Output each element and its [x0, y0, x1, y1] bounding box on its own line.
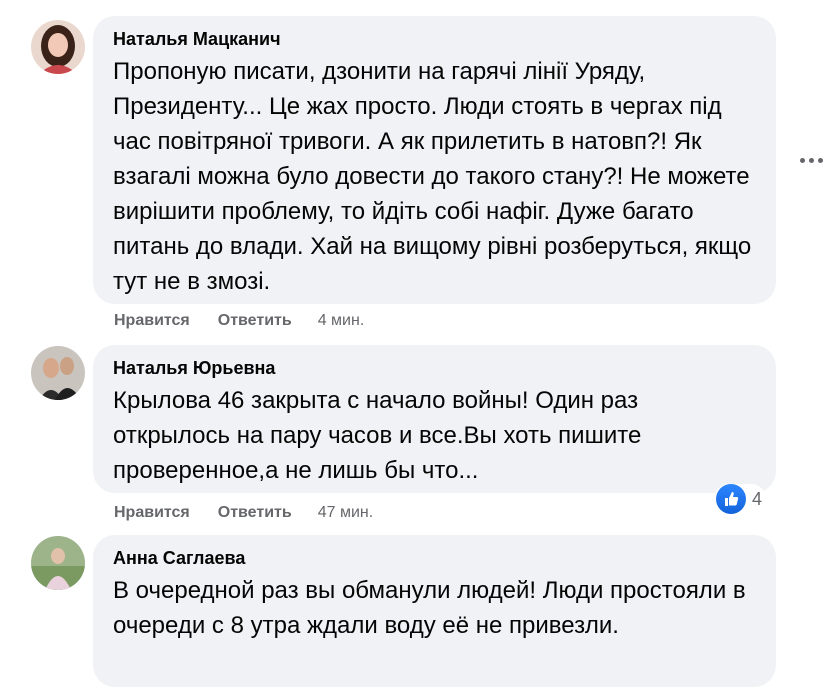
comment-timestamp[interactable]: 4 мин. [318, 312, 365, 330]
reply-button[interactable]: Ответить [218, 504, 292, 522]
reaction-count: 4 [752, 488, 763, 509]
comment-timestamp[interactable]: 47 мин. [318, 504, 373, 522]
comment-author[interactable]: Наталья Юрьевна [113, 357, 756, 379]
comment-bubble: Анна Саглаева В очередной раз вы обманул… [93, 535, 776, 687]
comment-text: Крылова 46 закрыта с начало войны! Один … [113, 387, 642, 484]
comment-author[interactable]: Анна Саглаева [113, 547, 756, 569]
comment-actions: Нравится Ответить 47 мин. [114, 504, 373, 522]
comment-text: В очередной раз вы обманули людей! Люди … [113, 577, 746, 639]
like-button[interactable]: Нравится [114, 504, 190, 522]
like-icon [716, 484, 746, 514]
reply-button[interactable]: Ответить [218, 312, 292, 330]
comment-author[interactable]: Наталья Мацканич [113, 28, 756, 50]
comment-actions: Нравится Ответить 4 мин. [114, 312, 364, 330]
comment-bubble: Наталья Мацканич Пропоную писати, дзонит… [93, 16, 776, 304]
comment-bubble: Наталья Юрьевна Крылова 46 закрыта с нач… [93, 345, 776, 493]
reaction-summary[interactable]: 4 [714, 484, 767, 514]
avatar[interactable] [31, 536, 85, 590]
comment-text: Пропоную писати, дзонити на гарячі лінії… [113, 58, 752, 295]
more-options-icon[interactable] [796, 150, 826, 170]
avatar[interactable] [31, 20, 85, 74]
like-button[interactable]: Нравится [114, 312, 190, 330]
avatar[interactable] [31, 346, 85, 400]
